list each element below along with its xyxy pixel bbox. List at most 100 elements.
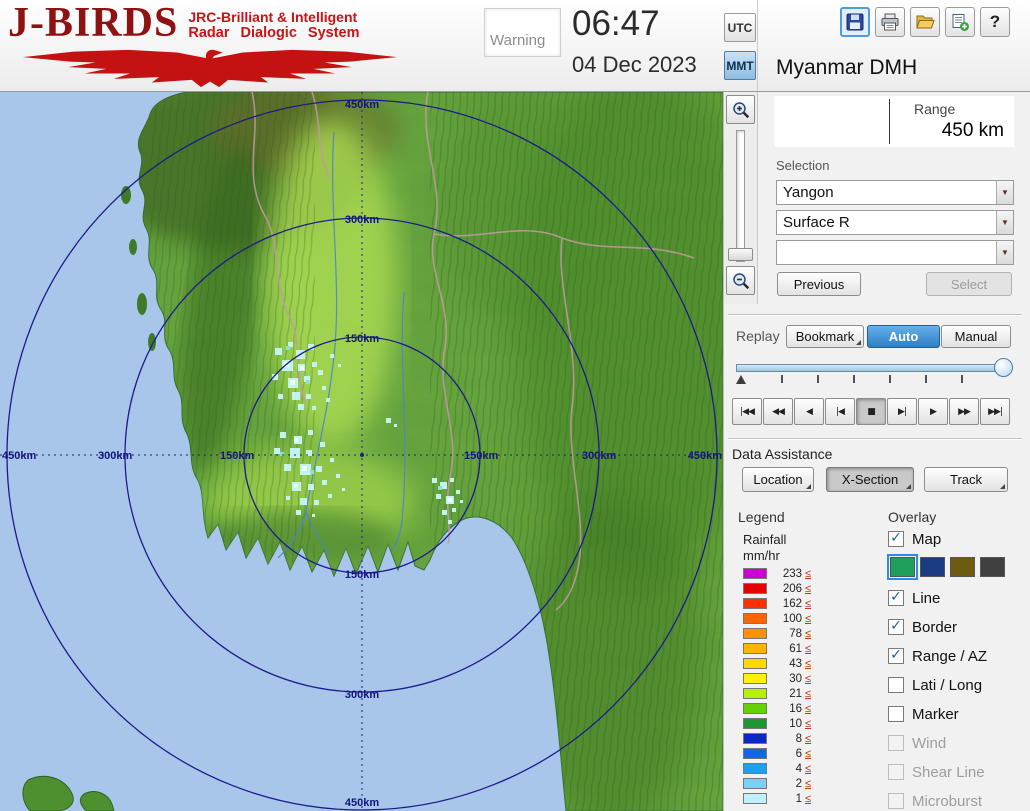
station-title: Myanmar DMH [776,56,918,79]
eagle-logo-icon [22,49,398,88]
overlay-item-range-az: Range / AZ [888,645,987,667]
timezone-mmt-button[interactable]: MMT [724,51,756,80]
chevron-down-icon: ▼ [996,181,1013,204]
legend-row: 10 ≤ [743,716,811,731]
replay-step-back-button[interactable]: |◀ [825,398,855,425]
legend-row: 43 ≤ [743,656,811,671]
overlay-item-map: Map [888,528,941,550]
overlay-checkbox-border[interactable] [888,619,904,635]
auto-mode-button[interactable]: Auto [867,325,940,348]
add-data-icon [952,14,969,31]
map-palette-green[interactable] [887,554,918,580]
overlay-checkbox-lati-long[interactable] [888,677,904,693]
zoom-in-button[interactable] [726,95,755,124]
legend-swatch [743,718,767,729]
timeline-track[interactable] [736,364,1006,372]
replay-fast-rewind-button[interactable]: ◀◀ [763,398,793,425]
legend-subtitle-rainfall: Rainfall [743,532,787,547]
legend-swatch [743,568,767,579]
site-dropdown[interactable]: Yangon ▼ [776,180,1014,205]
legend-swatch [743,658,767,669]
clock-date: 04 Dec 2023 [572,52,697,77]
bookmark-button[interactable]: Bookmark [786,325,864,348]
timeline-start-marker [736,375,746,384]
overlay-checkbox-line[interactable] [888,590,904,606]
legend-swatch [743,598,767,609]
legend-row: 78 ≤ [743,626,811,641]
replay-fast-forward-button[interactable]: ▶▶ [949,398,979,425]
svg-text:450km: 450km [345,797,379,809]
open-file-button[interactable] [910,7,940,37]
overlay-item-border: Border [888,616,957,638]
zoom-slider-track[interactable] [736,130,745,262]
timezone-utc-button[interactable]: UTC [724,13,756,42]
replay-stop-button[interactable]: ■ [856,398,886,425]
add-data-button[interactable] [945,7,975,37]
logo-subtitle-1: JRC-Brilliant & Intelligent [188,9,358,25]
help-button[interactable]: ? [980,7,1010,37]
legend-row: 61 ≤ [743,641,811,656]
map-palette-gray[interactable] [980,557,1005,577]
save-icon [846,13,864,31]
timeline-tick [853,375,855,383]
toolbar: ? [840,7,1010,37]
logo: J-BIRDS JRC-Brilliant & Intelligent Rada… [8,2,478,90]
zoom-slider-thumb[interactable] [728,248,753,261]
open-folder-icon [916,15,935,29]
legend-swatch [743,778,767,789]
overlay-checkbox-range-az[interactable] [888,648,904,664]
legend-swatch [743,688,767,699]
replay-skip-end-button[interactable]: ▶▶| [980,398,1010,425]
radar-map[interactable]: 450km 300km 150km 150km 300km 450km 450k… [0,91,724,811]
range-display: Range 450 km [774,96,1014,147]
extra-dropdown[interactable]: ▼ [776,240,1014,265]
legend-row: 21 ≤ [743,686,811,701]
warning-label: Warning [490,32,546,49]
replay-reverse-button[interactable]: ◀ [794,398,824,425]
replay-timeline [736,358,1013,388]
xsection-button[interactable]: X-Section [826,467,914,492]
replay-step-forward-button[interactable]: ▶| [887,398,917,425]
overlay-item-shear-line: Shear Line [888,761,985,783]
timeline-tick [889,375,891,383]
zoom-controls [724,92,758,304]
track-button[interactable]: Track [924,467,1008,492]
clock-time: 06:47 [572,4,660,43]
legend-row: 233 ≤ [743,566,811,581]
warning-indicator: Warning [484,8,561,57]
replay-skip-start-button[interactable]: |◀◀ [732,398,762,425]
legend-row: 206 ≤ [743,581,811,596]
overlay-title: Overlay [888,509,937,525]
map-palette-olive[interactable] [950,557,975,577]
zoom-out-button[interactable] [726,266,755,295]
overlay-checkbox-marker[interactable] [888,706,904,722]
overlay-item-lati-long: Lati / Long [888,674,982,696]
svg-text:450km: 450km [688,450,722,462]
timeline-tick [817,375,819,383]
replay-label: Replay [736,328,780,344]
replay-play-button[interactable]: ▶ [918,398,948,425]
svg-text:150km: 150km [345,333,379,345]
print-button[interactable] [875,7,905,37]
logo-title: J-BIRDS [8,0,179,46]
overlay-checkbox-wind [888,735,904,751]
playback-controls: |◀◀ ◀◀ ◀ |◀ ■ ▶| ▶ ▶▶ ▶▶| [732,398,1010,425]
save-button[interactable] [840,7,870,37]
select-button: Select [926,272,1012,296]
overlay-item-marker: Marker [888,703,959,725]
manual-mode-button[interactable]: Manual [941,325,1011,348]
site-dropdown-value: Yangon [783,184,834,201]
svg-text:300km: 300km [345,689,379,701]
product-dropdown[interactable]: Surface R ▼ [776,210,1014,235]
overlay-checkbox-map[interactable] [888,531,904,547]
timeline-thumb[interactable] [994,358,1013,377]
print-icon [881,13,899,31]
product-dropdown-value: Surface R [783,214,850,231]
location-button[interactable]: Location [742,467,814,492]
map-palette-navy[interactable] [920,557,945,577]
svg-text:150km: 150km [220,450,254,462]
legend-row: 4 ≤ [743,761,811,776]
previous-button[interactable]: Previous [777,272,861,296]
zoom-out-icon [732,272,749,289]
legend-row: 162 ≤ [743,596,811,611]
